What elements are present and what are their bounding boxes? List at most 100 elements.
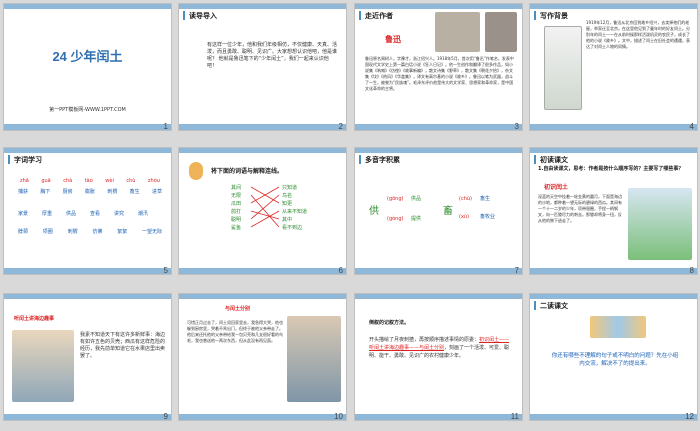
slide-bottom-band [530, 268, 697, 274]
slide-header: 走近作者 [365, 12, 393, 20]
header-bar [183, 11, 185, 20]
slide-thumbnail-11[interactable]: 倒叙的记叙方法。 开头描绘了月夜刺猹，再按顺序描述事情的原委：初识闰土——听闰土… [354, 293, 523, 421]
slide-number: 4 [689, 122, 694, 131]
slide-number: 5 [163, 266, 168, 275]
slide-thumbnail-5[interactable]: 字词学习 zhā guā chá tào wèi chù zhòu 捕获 胸下 … [3, 147, 172, 275]
word-1a: 供品 [411, 196, 422, 202]
illustration-image [287, 316, 341, 402]
slide-thumbnail-4[interactable]: 写作背景 1919年12月，鲁迅从北京回到故乡绍兴，去卖掉他们的老屋，举家迁至北… [529, 3, 698, 131]
slide-number: 9 [163, 412, 168, 421]
match-word: 鸟名 [282, 193, 293, 199]
vocab-word: 一望无际 [141, 229, 162, 235]
slide-thumbnail-7[interactable]: 多音字积累 供 (gōng) 供品 (gòng) 提供 畜 (chù) 畜生 (… [354, 147, 523, 275]
slide-footer: 第一PPT模板网-WWW.1PPT.COM [49, 107, 126, 113]
slide-number: 7 [514, 266, 519, 275]
slide-top-band [179, 4, 346, 9]
slide-header: 多音字积累 [365, 156, 400, 164]
slide-header: 初读课文 [540, 156, 568, 164]
vocab-word: 供品 [65, 211, 76, 217]
header-bar [8, 155, 10, 164]
body-text: 开头描绘了月夜刺猹，再按顺序描述事情的原委： [369, 337, 480, 343]
slide-title: 与闰土分别 [225, 306, 251, 312]
students-illustration [590, 316, 646, 338]
polyphone-char-2: 畜 [443, 206, 453, 217]
slide-thumbnail-2[interactable]: 读导导入 有这样一位少年，他和我们年级相仿，不仅健康、天真、活泼，而且勇敢、聪明… [178, 3, 347, 131]
match-lines [250, 186, 280, 228]
pinyin: chù [126, 178, 136, 184]
slide-top-band [530, 4, 697, 9]
slide-number: 3 [514, 122, 519, 131]
word-row-3: 脖颈 项圈 刺猬 仿佛 絮絮 一望无际 [18, 228, 162, 235]
header-bar [534, 11, 536, 20]
vocab-word: 畜生 [129, 189, 140, 195]
illustration-image [12, 330, 74, 402]
slide-bottom-band [4, 124, 171, 130]
slide-top-band [179, 294, 346, 299]
slide-bottom-band [4, 268, 171, 274]
slide-title: 24 少年闰土 [52, 49, 123, 64]
slide-number: 2 [338, 122, 343, 131]
match-word: 从来不知道 [282, 209, 308, 215]
vocab-word: 厨房 [62, 189, 73, 195]
pinyin-2a: (chù) [459, 196, 472, 202]
slide-body: 我素不知道天下有这许多新鲜事：海边有如许五色的贝壳；西瓜有这样危险的经历，我先前… [80, 332, 166, 359]
slide-bottom-band [179, 268, 346, 274]
slide-body: 开头描绘了月夜刺猹，再按顺序描述事情的原委：初识闰土——听闰土讲海边趣事——与闰… [369, 336, 514, 360]
slide-bottom-band [530, 124, 697, 130]
slide-thumbnail-1[interactable]: 24 少年闰土 第一PPT模板网-WWW.1PPT.COM 1 [3, 3, 172, 131]
slide-title: 倒叙的记叙方法。 [369, 320, 410, 326]
slide-header: 读导导入 [189, 12, 217, 20]
slide-bottom-band [4, 414, 171, 420]
slide-bottom-band [530, 414, 697, 420]
header-bar [359, 155, 361, 164]
slide-top-band [4, 294, 171, 299]
slide-number: 1 [163, 122, 168, 131]
pinyin-row: zhā guā chá tào wèi chù zhòu [20, 178, 160, 184]
right-words: 只知道 鸟名 知更 从来不知道 其中 看不到边 [282, 184, 307, 232]
slide-thumbnail-3[interactable]: 走近作者 鲁迅 鲁迅原名周树人，字豫才，浙江绍兴人。1918年5月，首次用“鲁迅… [354, 3, 523, 131]
slide-title: 听闰土讲海边趣事 [14, 316, 55, 322]
word-2b: 畜牧业 [480, 214, 496, 220]
slide-top-band [530, 148, 697, 153]
illustration-image [628, 188, 692, 260]
slide-body: 深蓝的天空中挂着一轮金黄的圆月，下面是海边的沙地，都种着一望无际的碧绿的西瓜。其… [538, 194, 622, 223]
book-cover-image [544, 26, 582, 110]
vocab-word: 家景 [18, 211, 29, 217]
vocab-word: 脖颈 [18, 229, 29, 235]
slide-thumbnail-12[interactable]: 二读课文 你还有哪些不理解的句子或不明白的问题？先在小组内交流，解决不了的提出来… [529, 293, 698, 421]
section-title: 初识闰土 [544, 184, 569, 191]
header-bar [359, 11, 361, 20]
family-photo [485, 12, 517, 52]
slide-thumbnail-10[interactable]: 与闰土分别 可惜正月过去了，闰土须回家里去，我急得大哭，他也躲到厨房里，哭着不肯… [178, 293, 347, 421]
slide-top-band [355, 4, 522, 9]
vocab-word: 查看 [89, 211, 100, 217]
header-bar [534, 155, 536, 164]
question-text: 1.自由读课文，思考：作者是按什么顺序写的？主要写了哪些事？ [538, 166, 684, 172]
slide-bottom-band [355, 124, 522, 130]
vocab-word: 讲究 [113, 211, 124, 217]
pinyin: tào [84, 178, 93, 184]
slide-bottom-band [355, 268, 522, 274]
slide-thumbnail-6[interactable]: 将下面的词语与解释连线。 其间 无限 瓜田 鸽打 聪明 鲨鱼 只知道 鸟名 知更… [178, 147, 347, 275]
slide-header: 二读课文 [540, 302, 568, 310]
slide-body: 1919年12月，鲁迅从北京回到故乡绍兴，去卖掉他们的老屋，举家迁至北京。在这里… [586, 20, 690, 49]
pinyin: chá [63, 178, 73, 184]
word-row-1: 捕获 胸下 厨房 膨胀 刺猬 畜生 进草 [18, 188, 162, 195]
slide-top-band [355, 148, 522, 153]
slide-top-band [530, 294, 697, 299]
word-1b: 提供 [411, 216, 422, 222]
slide-top-band [355, 294, 522, 299]
pinyin: zhā [20, 178, 29, 184]
slide-bottom-band [179, 414, 346, 420]
slide-bottom-band [179, 124, 346, 130]
slide-header: 写作背景 [540, 12, 568, 20]
author-photo [435, 12, 480, 52]
slide-thumbnail-9[interactable]: 听闰土讲海边趣事 我素不知道天下有这许多新鲜事：海边有如许五色的贝壳；西瓜有这样… [3, 293, 172, 421]
word-2a: 畜生 [480, 196, 491, 202]
vocab-word: 项圈 [42, 229, 53, 235]
pinyin: wèi [105, 178, 114, 184]
author-name: 鲁迅 [385, 35, 401, 44]
header-bar [534, 301, 536, 310]
vocab-word: 仿佛 [92, 229, 103, 235]
slide-thumbnail-8[interactable]: 初读课文 1.自由读课文，思考：作者是按什么顺序写的？主要写了哪些事？ 初识闰土… [529, 147, 698, 275]
